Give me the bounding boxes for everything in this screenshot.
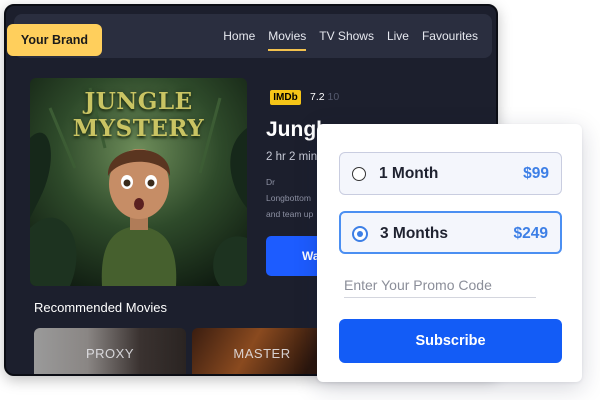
promo-code-input[interactable] <box>344 272 536 298</box>
movie-duration: 2 hr 2 min <box>266 151 318 163</box>
plan-price: $99 <box>523 165 549 182</box>
plan-option-3-months[interactable]: 3 Months $249 <box>339 211 562 254</box>
rating-max: 10 <box>327 91 340 103</box>
poster-title: JUNGLE MYSTERY <box>72 88 205 142</box>
brand-logo[interactable]: Your Brand <box>7 24 102 56</box>
imdb-badge: IMDb <box>270 90 301 105</box>
nav-link-favourites[interactable]: Favourites <box>422 25 478 47</box>
nav-link-home[interactable]: Home <box>223 25 255 47</box>
rating-value: 7.2 <box>310 91 325 103</box>
plan-option-1-month[interactable]: 1 Month $99 <box>339 152 562 195</box>
radio-button[interactable] <box>352 167 366 181</box>
radio-dot <box>357 231 363 237</box>
subscribe-button[interactable]: Subscribe <box>339 319 562 363</box>
watch-button[interactable]: Watch <box>266 236 322 276</box>
movie-card-title: MASTER <box>233 346 291 361</box>
plan-price: $249 <box>513 225 548 242</box>
nav-link-tv-shows[interactable]: TV Shows <box>319 25 374 47</box>
top-navbar: Your Brand Home Movies TV Shows Live Fav… <box>7 14 492 58</box>
recommended-section-title: Recommended Movies <box>34 300 167 315</box>
nav-link-live[interactable]: Live <box>387 25 409 47</box>
rating: 7.2 10 <box>310 90 339 105</box>
subscription-card: 1 Month $99 3 Months $249 Subscribe <box>317 124 582 382</box>
recommended-movie-card[interactable]: PROXY <box>34 328 186 374</box>
movie-card-title: PROXY <box>85 346 134 361</box>
movie-description: Dr Longbottom and team up with the mysti… <box>266 177 314 219</box>
plan-name: 3 Months <box>380 225 449 242</box>
plan-name: 1 Month <box>379 165 439 182</box>
nav-links: Home Movies TV Shows Live Favourites <box>223 14 478 58</box>
recommended-movie-card[interactable]: MASTER <box>192 328 332 374</box>
hero-poster[interactable]: JUNGLE MYSTERY <box>30 78 247 286</box>
nav-link-movies[interactable]: Movies <box>268 25 307 51</box>
radio-button-selected[interactable] <box>352 226 368 242</box>
